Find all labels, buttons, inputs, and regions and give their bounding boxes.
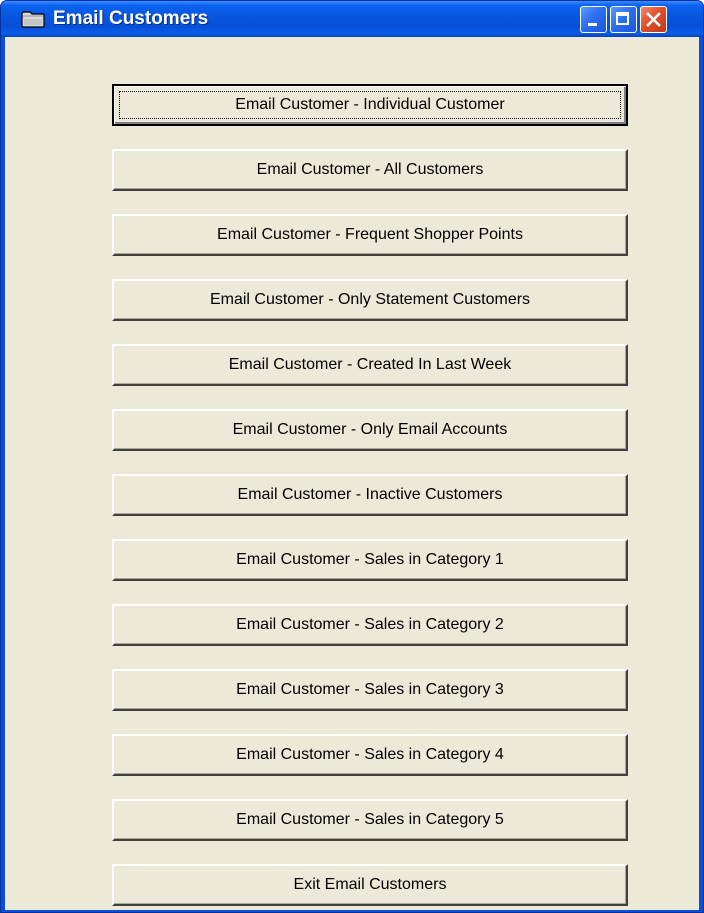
maximize-button[interactable] xyxy=(610,6,637,33)
email-statement-customers-button[interactable]: Email Customer - Only Statement Customer… xyxy=(112,279,628,321)
button-label: Email Customer - Only Email Accounts xyxy=(232,421,508,438)
email-created-last-week-button[interactable]: Email Customer - Created In Last Week xyxy=(112,344,628,386)
close-button[interactable] xyxy=(640,6,667,33)
button-label: Email Customer - Sales in Category 3 xyxy=(236,681,504,698)
button-label: Email Customer - Sales in Category 4 xyxy=(236,746,504,763)
minimize-icon xyxy=(588,23,597,26)
email-only-email-accounts-button[interactable]: Email Customer - Only Email Accounts xyxy=(112,409,628,451)
folder-icon xyxy=(21,11,45,28)
maximize-icon xyxy=(616,12,629,25)
email-customers-window: Email Customers Email Customer - Individ… xyxy=(0,0,704,913)
button-label: Exit Email Customers xyxy=(293,876,447,893)
email-sales-category-1-button[interactable]: Email Customer - Sales in Category 1 xyxy=(112,539,628,581)
button-label: Email Customer - Sales in Category 5 xyxy=(236,811,504,828)
exit-email-customers-button[interactable]: Exit Email Customers xyxy=(112,864,628,906)
email-sales-category-3-button[interactable]: Email Customer - Sales in Category 3 xyxy=(112,669,628,711)
email-inactive-customers-button[interactable]: Email Customer - Inactive Customers xyxy=(112,474,628,516)
button-label: Email Customer - Individual Customer xyxy=(235,96,505,113)
button-label: Email Customer - All Customers xyxy=(256,161,484,178)
email-sales-category-2-button[interactable]: Email Customer - Sales in Category 2 xyxy=(112,604,628,646)
button-label: Email Customer - Inactive Customers xyxy=(237,486,503,503)
email-individual-customer-button[interactable]: Email Customer - Individual Customer xyxy=(112,84,628,126)
button-label: Email Customer - Sales in Category 1 xyxy=(236,551,504,568)
close-icon xyxy=(646,12,661,27)
email-sales-category-5-button[interactable]: Email Customer - Sales in Category 5 xyxy=(112,799,628,841)
window-title: Email Customers xyxy=(53,8,209,29)
email-all-customers-button[interactable]: Email Customer - All Customers xyxy=(112,149,628,191)
title-bar[interactable]: Email Customers xyxy=(1,1,703,37)
button-label: Email Customer - Frequent Shopper Points xyxy=(217,226,523,243)
button-panel: Email Customer - Individual Customer Ema… xyxy=(5,37,699,910)
button-label: Email Customer - Created In Last Week xyxy=(228,356,512,373)
email-frequent-shopper-points-button[interactable]: Email Customer - Frequent Shopper Points xyxy=(112,214,628,256)
button-label: Email Customer - Only Statement Customer… xyxy=(209,291,531,308)
email-sales-category-4-button[interactable]: Email Customer - Sales in Category 4 xyxy=(112,734,628,776)
minimize-button[interactable] xyxy=(580,6,607,33)
button-label: Email Customer - Sales in Category 2 xyxy=(236,616,504,633)
